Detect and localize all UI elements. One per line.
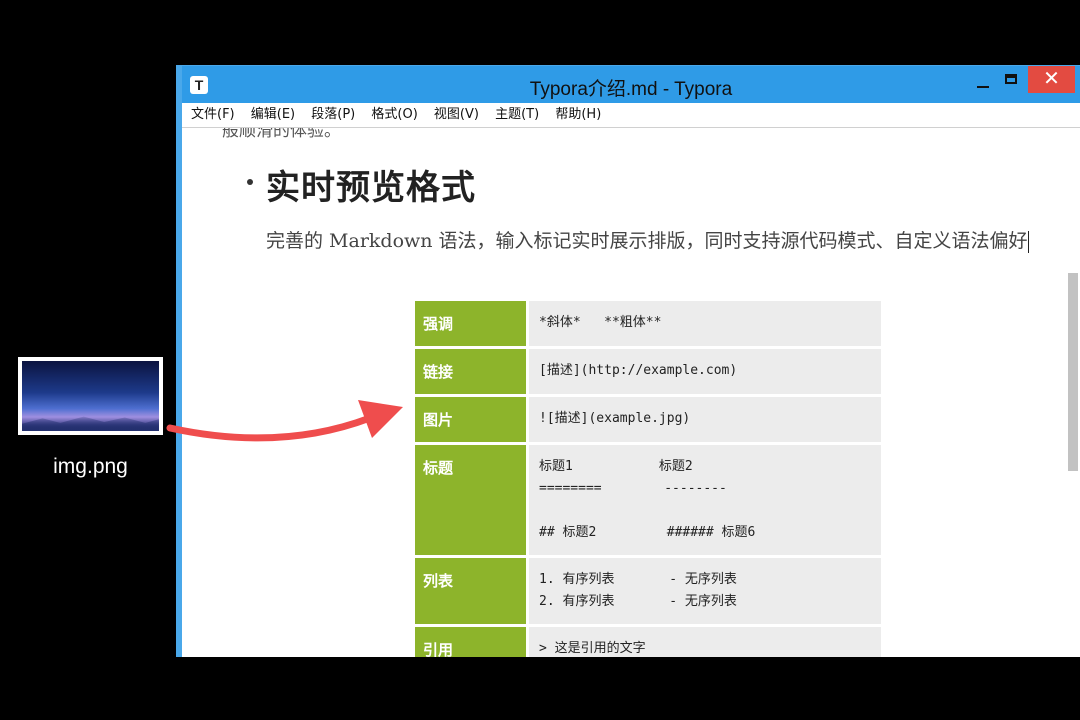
table-label-cell: 标题 <box>412 442 529 558</box>
window-title: Typora介绍.md - Typora <box>529 79 733 100</box>
table-row: 强调 *斜体* **粗体** <box>412 298 884 349</box>
table-label-cell: 引用 <box>412 624 529 657</box>
table-value-cell: ![描述](example.jpg) <box>526 394 884 445</box>
menu-bar: 文件(F) 编辑(E) 段落(P) 格式(O) 视图(V) 主题(T) 帮助(H… <box>182 103 1080 128</box>
syntax-table: 强调 *斜体* **粗体** 链接 [描述](http://example.co… <box>412 298 884 657</box>
table-value-cell: [描述](http://example.com) <box>526 346 884 397</box>
table-row: 列表 1. 有序列表 - 无序列表 2. 有序列表 - 无序列表 <box>412 555 884 627</box>
previous-line-text: 般顺滑的体验。 <box>222 128 341 141</box>
text-caret <box>1027 231 1029 253</box>
menu-edit[interactable]: 编辑(E) <box>251 103 295 127</box>
close-button[interactable]: ✕ <box>1028 66 1075 93</box>
table-value-cell: *斜体* **粗体** <box>526 298 884 349</box>
table-value-cell: 1. 有序列表 - 无序列表 2. 有序列表 - 无序列表 <box>526 555 884 627</box>
paragraph[interactable]: 完善的 Markdown 语法，输入标记实时展示排版，同时支持源代码模式、自定义… <box>266 224 1036 258</box>
list-bullet <box>247 179 253 185</box>
menu-format[interactable]: 格式(O) <box>371 103 417 127</box>
typora-window: T Typora介绍.md - Typora ✕ 文件(F) 编辑(E) 段落(… <box>176 65 1080 657</box>
menu-help[interactable]: 帮助(H) <box>555 103 601 127</box>
file-name-label: img.png <box>53 455 128 478</box>
table-row: 标题 标题1 标题2 ======== -------- ## 标题2 ####… <box>412 442 884 558</box>
maximize-button[interactable] <box>997 68 1025 94</box>
maximize-icon <box>1005 74 1017 84</box>
paragraph-text: 完善的 Markdown 语法，输入标记实时展示排版，同时支持源代码模式、自定义… <box>266 230 1028 252</box>
minimize-button[interactable] <box>969 68 997 94</box>
minimize-icon <box>977 86 989 88</box>
table-row: 链接 [描述](http://example.com) <box>412 346 884 397</box>
title-bar[interactable]: T Typora介绍.md - Typora ✕ <box>182 66 1080 103</box>
table-value-cell: 标题1 标题2 ======== -------- ## 标题2 ###### … <box>526 442 884 558</box>
table-label-cell: 图片 <box>412 394 529 445</box>
img-file-icon[interactable] <box>18 357 163 435</box>
vertical-scrollbar[interactable] <box>1066 128 1080 657</box>
scrollbar-thumb[interactable] <box>1068 273 1078 471</box>
section-heading: 实时预览格式 <box>266 168 476 208</box>
table-label-cell: 链接 <box>412 346 529 397</box>
table-row: 图片 ![描述](example.jpg) <box>412 394 884 445</box>
table-value-cell: > 这是引用的文字 > 引用内可以嵌套标题、列表等 <box>526 624 884 657</box>
image-thumbnail <box>22 361 159 431</box>
menu-file[interactable]: 文件(F) <box>191 103 235 127</box>
menu-view[interactable]: 视图(V) <box>434 103 479 127</box>
table-row: 引用 > 这是引用的文字 > 引用内可以嵌套标题、列表等 <box>412 624 884 657</box>
close-icon: ✕ <box>1043 68 1060 90</box>
table-label-cell: 列表 <box>412 555 529 627</box>
menu-theme[interactable]: 主题(T) <box>495 103 539 127</box>
table-label-cell: 强调 <box>412 298 529 349</box>
menu-paragraph[interactable]: 段落(P) <box>311 103 355 127</box>
drag-arrow-icon <box>166 400 403 442</box>
